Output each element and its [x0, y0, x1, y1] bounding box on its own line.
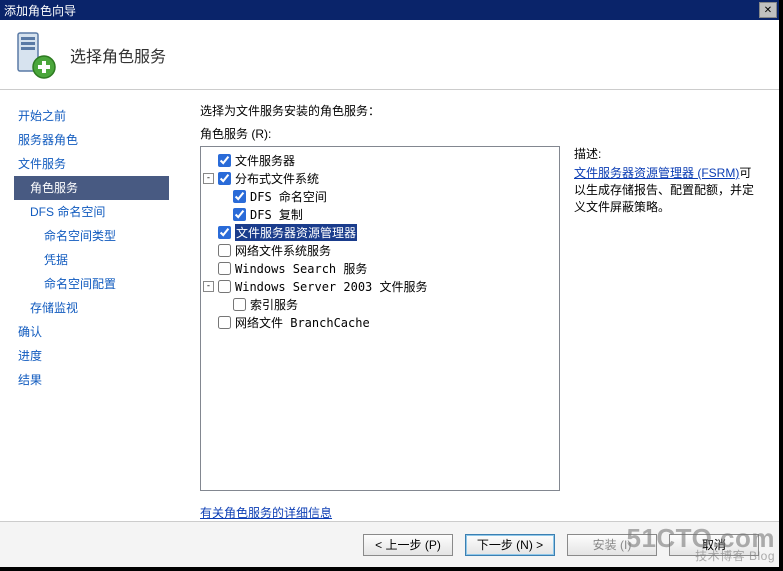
tree-item-label: 分布式文件系统	[235, 170, 319, 187]
tree-item[interactable]: 文件服务器	[203, 151, 557, 169]
tree-item[interactable]: - 分布式文件系统	[203, 169, 557, 187]
sidebar-item[interactable]: 存储监视	[14, 296, 200, 320]
content-pane: 选择为文件服务安装的角色服务： 角色服务 (R): 文件服务器-分布式文件系统D…	[200, 90, 779, 521]
tree-checkbox[interactable]	[218, 154, 231, 167]
tree-checkbox[interactable]	[218, 280, 231, 293]
more-info-link[interactable]: 有关角色服务的详细信息	[200, 506, 332, 520]
role-services-tree[interactable]: 文件服务器 - 分布式文件系统DFS 命名空间DFS 复制文件服务器资源管理器网络文…	[200, 146, 560, 491]
tree-checkbox[interactable]	[233, 298, 246, 311]
main-area: 开始之前服务器角色文件服务角色服务DFS 命名空间命名空间类型凭据命名空间配置存…	[0, 90, 779, 521]
description-link[interactable]: 文件服务器资源管理器 (FSRM)	[574, 166, 739, 180]
tree-checkbox[interactable]	[233, 190, 246, 203]
nav-sidebar: 开始之前服务器角色文件服务角色服务DFS 命名空间命名空间类型凭据命名空间配置存…	[0, 90, 200, 521]
previous-button[interactable]: < 上一步 (P)	[363, 534, 453, 556]
collapse-icon[interactable]: -	[203, 281, 214, 292]
tree-checkbox[interactable]	[218, 244, 231, 257]
wizard-window: 添加角色向导 ✕ 选择角色服务 开始之前服务器角色文件服务角色服务DFS 命名空…	[0, 0, 783, 571]
role-services-label: 角色服务 (R):	[200, 125, 763, 142]
tree-item[interactable]: 索引服务	[203, 295, 557, 313]
tree-item-label: DFS 命名空间	[250, 188, 327, 205]
wizard-footer: < 上一步 (P) 下一步 (N) > 安装 (I) 取消 51CTO.com …	[0, 521, 779, 567]
title-bar: 添加角色向导 ✕	[0, 0, 779, 20]
sidebar-item[interactable]: 开始之前	[14, 104, 200, 128]
install-button: 安装 (I)	[567, 534, 657, 556]
sidebar-item[interactable]: 进度	[14, 344, 200, 368]
tree-item-label: DFS 复制	[250, 206, 303, 223]
tree-checkbox[interactable]	[233, 208, 246, 221]
tree-item-label: 网络文件系统服务	[235, 242, 331, 259]
wizard-header: 选择角色服务	[0, 20, 779, 90]
tree-item-label: 网络文件 BranchCache	[235, 314, 370, 331]
page-title: 选择角色服务	[70, 43, 166, 67]
cancel-button[interactable]: 取消	[669, 534, 759, 556]
next-button[interactable]: 下一步 (N) >	[465, 534, 555, 556]
sidebar-item[interactable]: 角色服务	[14, 176, 169, 200]
instruction-text: 选择为文件服务安装的角色服务：	[200, 102, 763, 119]
tree-item-label: Windows Search 服务	[235, 260, 367, 277]
tree-item[interactable]: 网络文件 BranchCache	[203, 313, 557, 331]
window-title: 添加角色向导	[4, 2, 759, 19]
sidebar-item[interactable]: 服务器角色	[14, 128, 200, 152]
sidebar-item[interactable]: 命名空间类型	[14, 224, 200, 248]
tree-checkbox[interactable]	[218, 172, 231, 185]
tree-item[interactable]: Windows Search 服务	[203, 259, 557, 277]
tree-item[interactable]: DFS 命名空间	[203, 187, 557, 205]
sidebar-item[interactable]: 凭据	[14, 248, 200, 272]
tree-item[interactable]: - Windows Server 2003 文件服务	[203, 277, 557, 295]
tree-item-label: Windows Server 2003 文件服务	[235, 278, 428, 295]
tree-item-label: 文件服务器	[235, 152, 295, 169]
sidebar-item[interactable]: 确认	[14, 320, 200, 344]
description-title: 描述:	[574, 146, 763, 163]
sidebar-item[interactable]: 命名空间配置	[14, 272, 200, 296]
tree-item[interactable]: DFS 复制	[203, 205, 557, 223]
tree-checkbox[interactable]	[218, 262, 231, 275]
tree-checkbox[interactable]	[218, 316, 231, 329]
sidebar-item[interactable]: DFS 命名空间	[14, 200, 200, 224]
description-panel: 描述: 文件服务器资源管理器 (FSRM)可以生成存储报告、配置配额，并定义文件…	[560, 146, 763, 494]
tree-item[interactable]: 网络文件系统服务	[203, 241, 557, 259]
sidebar-item[interactable]: 结果	[14, 368, 200, 392]
server-wizard-icon	[14, 31, 56, 79]
close-button[interactable]: ✕	[759, 2, 777, 18]
tree-item-label: 索引服务	[250, 296, 298, 313]
tree-item[interactable]: 文件服务器资源管理器	[203, 223, 557, 241]
collapse-icon[interactable]: -	[203, 173, 214, 184]
tree-checkbox[interactable]	[218, 226, 231, 239]
tree-item-label: 文件服务器资源管理器	[235, 224, 357, 241]
sidebar-item[interactable]: 文件服务	[14, 152, 200, 176]
